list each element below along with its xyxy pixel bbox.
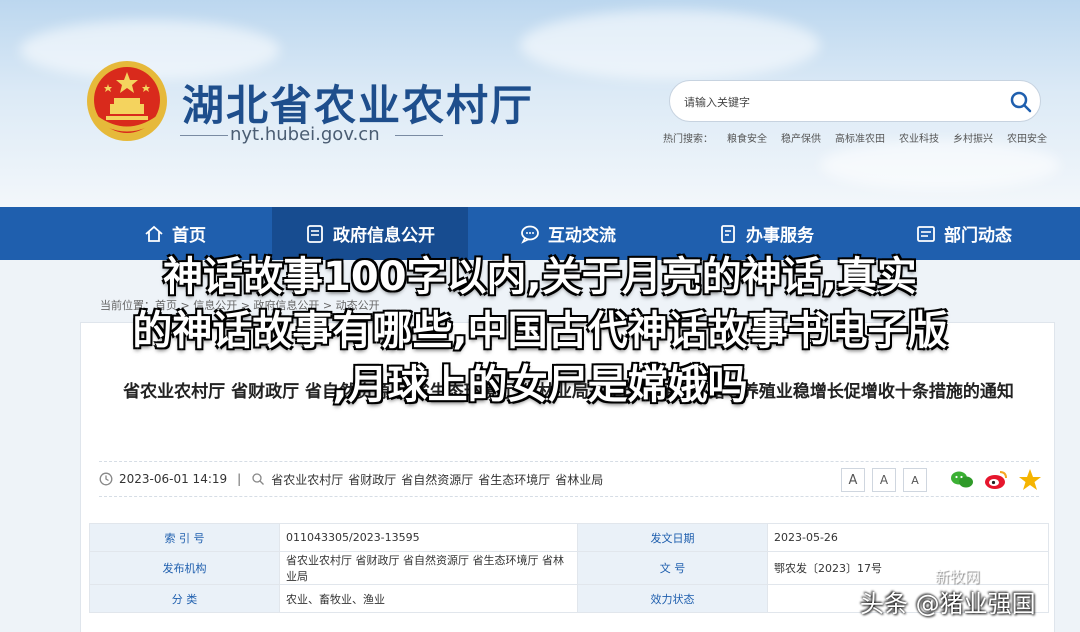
site-header: 湖北省农业农村厅 nyt.hubei.gov.cn 热门搜索： 粮食安全 稳产保… [0, 0, 1080, 207]
table-value: 鄂农发〔2023〕17号 [767, 551, 1049, 585]
overlay-line: ,月球上的女尸是嫦娥吗 [332, 362, 748, 408]
hot-search-term[interactable]: 乡村振兴 [953, 130, 993, 145]
cloud-decoration [520, 10, 820, 80]
search-icon[interactable] [1010, 91, 1032, 113]
table-row: 发布机构 省农业农村厅 省财政厅 省自然资源厅 省生态环境厅 省林业局 文 号 … [89, 551, 1049, 585]
overlay-line: 神话故事100字以内,关于月亮的神话,真实 [163, 254, 917, 300]
favorite-share-icon[interactable] [1017, 467, 1043, 493]
nav-label: 部门动态 [944, 226, 1012, 246]
table-label: 发布机构 [89, 551, 280, 585]
nav-label: 首页 [172, 226, 206, 246]
source-icon [252, 473, 265, 485]
hot-search-term[interactable]: 农业科技 [899, 130, 939, 145]
source-org: 省农业农村厅 [271, 472, 344, 487]
font-size-medium-button[interactable]: A [872, 468, 896, 492]
meta-separator: | [237, 472, 242, 486]
cloud-decoration [820, 140, 1060, 190]
hot-search-term[interactable]: 稳产保供 [781, 130, 821, 145]
table-value: 农业、畜牧业、渔业 [279, 584, 578, 613]
domain-divider [180, 135, 228, 136]
hot-search-term[interactable]: 高标准农田 [835, 130, 885, 145]
table-value: 011043305/2023-13595 [279, 523, 578, 552]
source-org: 省生态环境厅 [478, 472, 551, 487]
nav-label: 互动交流 [548, 226, 616, 246]
source-org: 省财政厅 [348, 472, 397, 487]
font-size-large-button[interactable]: A [841, 468, 865, 492]
weibo-share-icon[interactable] [983, 467, 1009, 493]
chat-icon [521, 225, 539, 244]
document-list-icon [307, 224, 323, 243]
site-domain: nyt.hubei.gov.cn [230, 124, 380, 145]
source-org: 省林业局 [555, 472, 604, 487]
hot-search-term[interactable]: 粮食安全 [727, 130, 767, 145]
watermark-text: 头条 @猪业强国 [860, 590, 1036, 618]
wechat-share-icon[interactable] [949, 467, 975, 493]
national-emblem-icon [87, 61, 167, 141]
source-org: 省自然资源厅 [401, 472, 474, 487]
dynamics-icon [917, 225, 935, 242]
table-label: 发文日期 [577, 523, 768, 552]
service-icon [721, 224, 735, 243]
table-label: 索 引 号 [89, 523, 280, 552]
nav-label: 办事服务 [746, 226, 814, 246]
home-icon [145, 225, 163, 242]
nav-label: 政府信息公开 [333, 226, 435, 246]
overlay-caption: 神话故事100字以内,关于月亮的神话,真实 的神话故事有哪些,中国古代神话故事书… [0, 250, 1080, 412]
hot-search-label: 热门搜索： [663, 134, 713, 145]
table-value: 2023-05-26 [767, 523, 1049, 552]
search-input[interactable] [684, 93, 984, 111]
hot-search: 热门搜索： 粮食安全 稳产保供 高标准农田 农业科技 乡村振兴 农田安全 [663, 130, 1061, 145]
table-label: 效力状态 [577, 584, 768, 613]
table-row: 索 引 号 011043305/2023-13595 发文日期 2023-05-… [89, 523, 1049, 552]
search-box [669, 80, 1041, 122]
font-size-small-button[interactable]: A [903, 468, 927, 492]
domain-divider [395, 135, 443, 136]
article-meta: 2023-06-01 14:19 | 省农业农村厅 省财政厅 省自然资源厅 省生… [99, 461, 1041, 497]
table-label: 分 类 [89, 584, 280, 613]
clock-icon [99, 472, 113, 486]
table-value: 省农业农村厅 省财政厅 省自然资源厅 省生态环境厅 省林业局 [279, 551, 578, 585]
table-label: 文 号 [577, 551, 768, 585]
publish-date: 2023-06-01 14:19 [119, 472, 228, 486]
overlay-line: 的神话故事有哪些,中国古代神话故事书电子版 [132, 308, 948, 354]
hot-search-term[interactable]: 农田安全 [1007, 130, 1047, 145]
